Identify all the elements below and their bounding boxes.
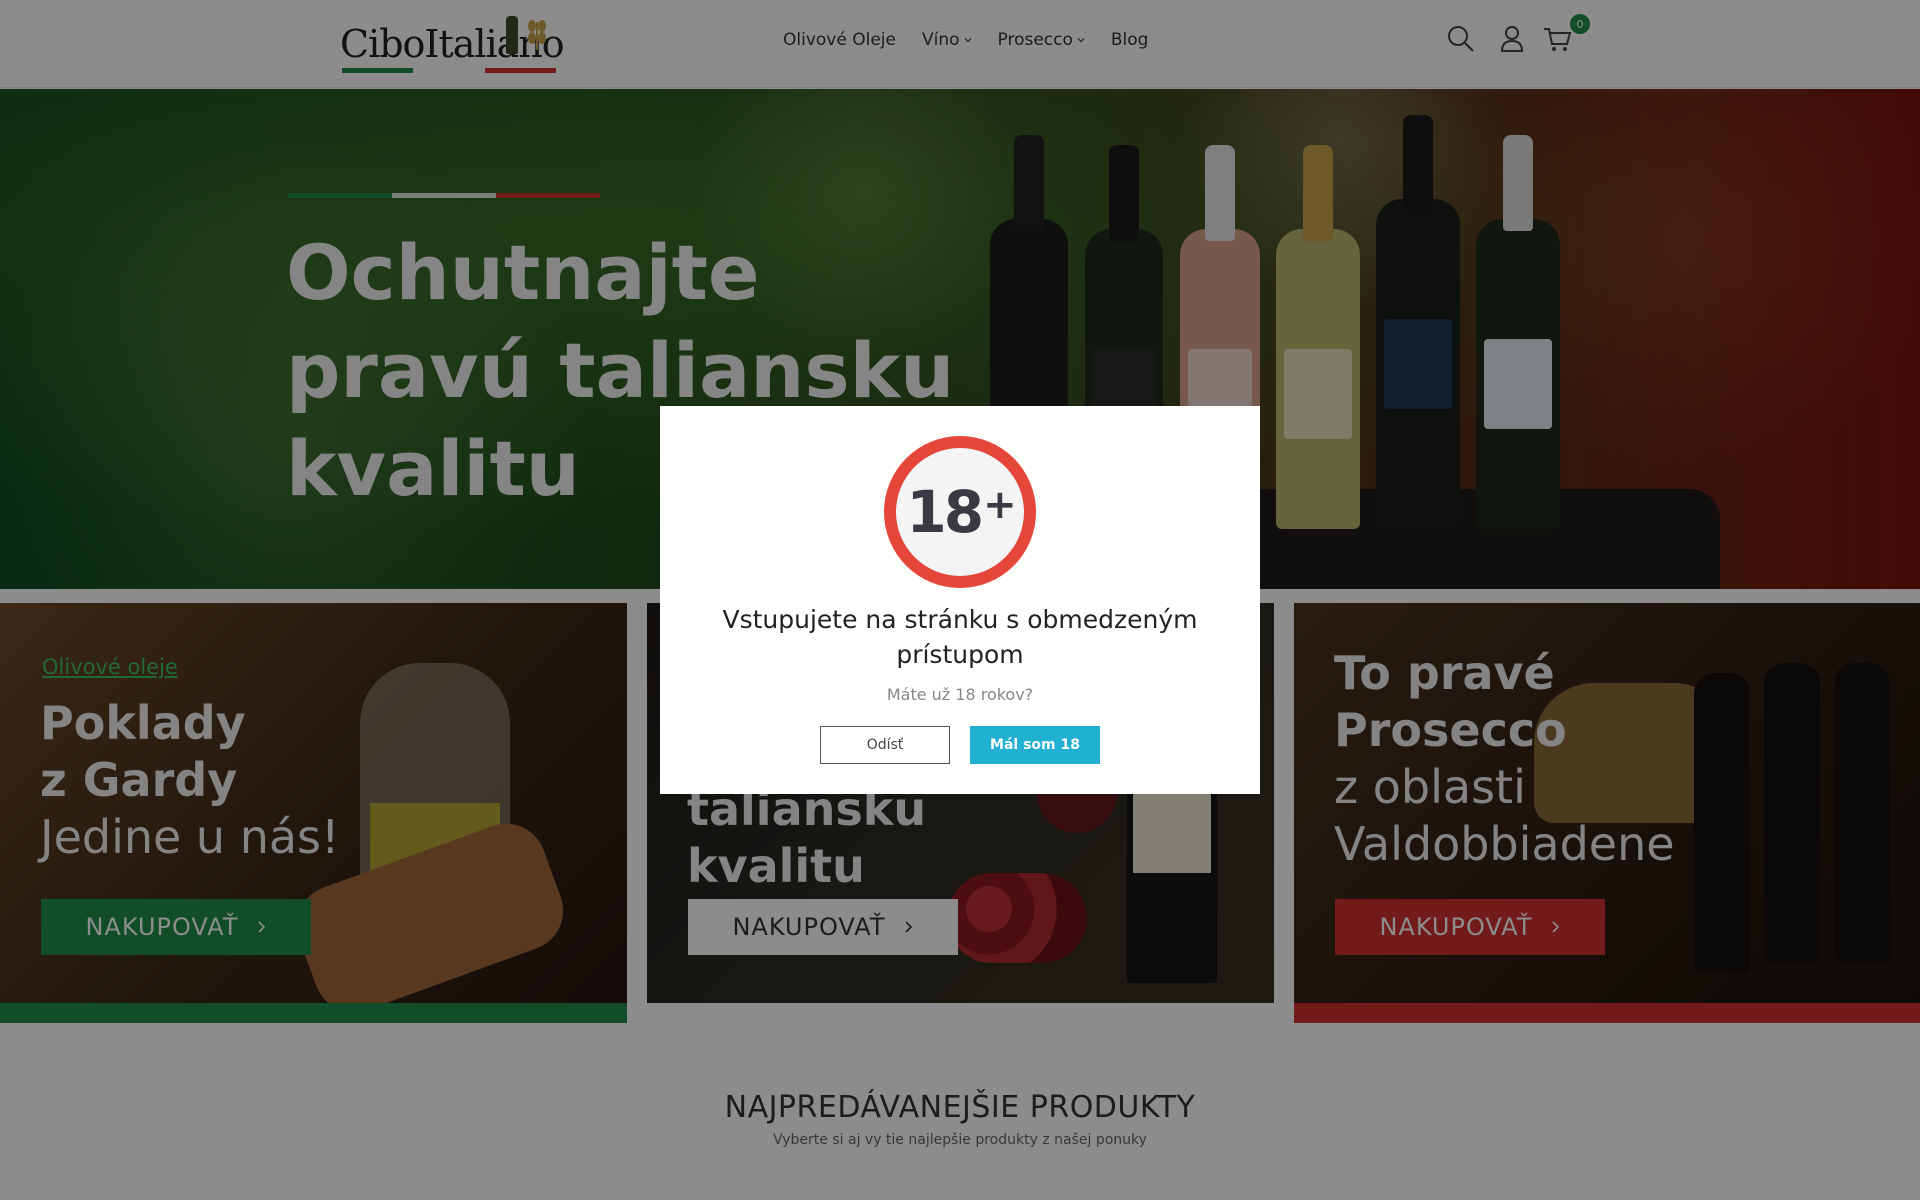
age-18-plus-icon: 18+ [884,436,1036,588]
age-badge-inner: 18+ [896,448,1024,576]
age-badge-plus: + [983,482,1016,528]
modal-title: Vstupujete na stránku s obmedzeným príst… [722,605,1198,669]
modal-question: Máte už 18 rokov? [886,685,1034,704]
leave-button[interactable]: Odísť [820,726,950,764]
age-badge-number: 18 [906,478,984,546]
age-verification-modal: 18+ Vstupujete na stránku s obmedzeným p… [660,406,1260,794]
confirm-age-button[interactable]: Mál som 18 [970,726,1100,764]
age-badge-text: 18+ [906,478,1016,546]
